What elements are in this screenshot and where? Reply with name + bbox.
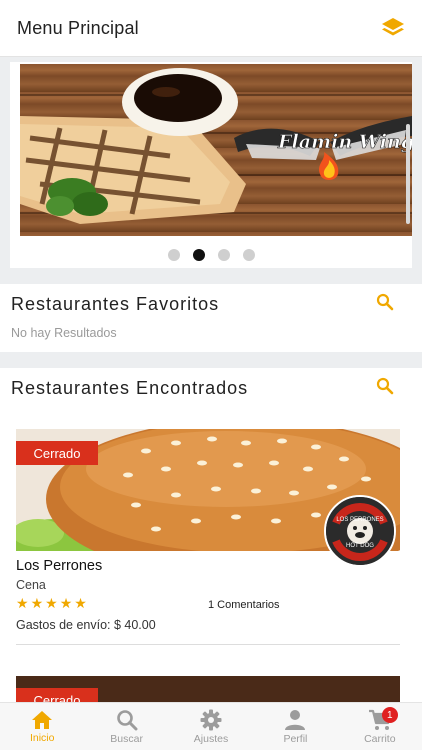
page-title: Menu Principal bbox=[17, 17, 139, 38]
nav-item-buscar[interactable]: Buscar bbox=[84, 703, 168, 750]
nav-label: Buscar bbox=[110, 732, 143, 745]
top-bar: Menu Principal bbox=[0, 0, 422, 57]
star-icon: ★ bbox=[16, 595, 29, 611]
nav-item-perfil[interactable]: Perfil bbox=[253, 703, 337, 750]
restaurant-category: Cena bbox=[16, 578, 46, 592]
bottom-navigation: Inicio Buscar Ajustes Perfil Carrito 1 bbox=[0, 702, 422, 750]
favorites-section: Restaurantes Favoritos No hay Resultados bbox=[0, 284, 422, 352]
favorites-search-icon[interactable] bbox=[376, 293, 396, 313]
favorites-empty-text: No hay Resultados bbox=[11, 326, 117, 340]
carousel-pagination bbox=[10, 249, 412, 261]
sauce-bowl-image bbox=[122, 68, 238, 136]
person-icon bbox=[285, 709, 306, 730]
star-icon: ★ bbox=[45, 595, 58, 611]
nav-label: Inicio bbox=[29, 731, 55, 744]
rating-stars: ★ ★ ★ ★ ★ bbox=[16, 596, 87, 610]
status-badge: Cerrado bbox=[16, 688, 98, 702]
brand-text: Flamin Wings bbox=[277, 131, 412, 153]
carousel-banner-image[interactable]: Flamin Wings bbox=[20, 64, 412, 236]
found-title: Restaurantes Encontrados bbox=[11, 378, 249, 398]
grilled-fish-image bbox=[20, 116, 246, 224]
carousel-dot-active[interactable] bbox=[192, 249, 205, 261]
gear-icon bbox=[200, 709, 222, 730]
flamin-wings-logo: Flamin Wings bbox=[234, 116, 412, 180]
search-icon bbox=[116, 709, 138, 730]
promo-carousel[interactable]: Flamin Wings bbox=[10, 62, 412, 268]
layers-icon[interactable] bbox=[380, 15, 406, 41]
logo-text-top: LOS PERRONES bbox=[336, 517, 383, 523]
nav-label: Ajustes bbox=[193, 732, 229, 745]
status-badge: Cerrado bbox=[16, 441, 98, 465]
home-icon bbox=[32, 710, 53, 729]
cart-count-badge: 1 bbox=[381, 707, 398, 723]
restaurant-logo: LOS PERRONES HOT DOG bbox=[324, 495, 396, 567]
app-screen: Menu Principal Flamin Wings Restaurantes… bbox=[0, 0, 422, 750]
star-icon: ★ bbox=[74, 595, 87, 611]
nav-item-inicio[interactable]: Inicio bbox=[0, 703, 84, 750]
star-icon: ★ bbox=[30, 595, 44, 611]
favorites-title: Restaurantes Favoritos bbox=[11, 294, 220, 314]
logo-text-bottom: HOT DOG bbox=[346, 543, 374, 549]
found-search-icon[interactable] bbox=[376, 377, 396, 397]
carousel-scrollbar[interactable] bbox=[406, 124, 410, 224]
nav-label: Perfil bbox=[283, 732, 308, 745]
found-restaurants-section: Restaurantes Encontrados Cerrado LOS PER… bbox=[0, 368, 422, 702]
restaurant-image[interactable]: Cerrado bbox=[16, 676, 400, 702]
nav-item-ajustes[interactable]: Ajustes bbox=[169, 703, 253, 750]
carousel-dot[interactable] bbox=[167, 249, 180, 261]
shipping-cost: Gastos de envío: $ 40.00 bbox=[16, 618, 156, 632]
nav-label: Carrito bbox=[364, 732, 396, 745]
card-divider bbox=[16, 644, 400, 645]
nav-item-carrito[interactable]: Carrito 1 bbox=[338, 703, 422, 750]
carousel-dot[interactable] bbox=[242, 249, 255, 261]
carousel-dot[interactable] bbox=[217, 249, 230, 261]
comments-count[interactable]: 1 Comentarios bbox=[208, 599, 280, 611]
restaurant-name[interactable]: Los Perrones bbox=[16, 558, 102, 574]
star-icon: ★ bbox=[59, 595, 73, 611]
